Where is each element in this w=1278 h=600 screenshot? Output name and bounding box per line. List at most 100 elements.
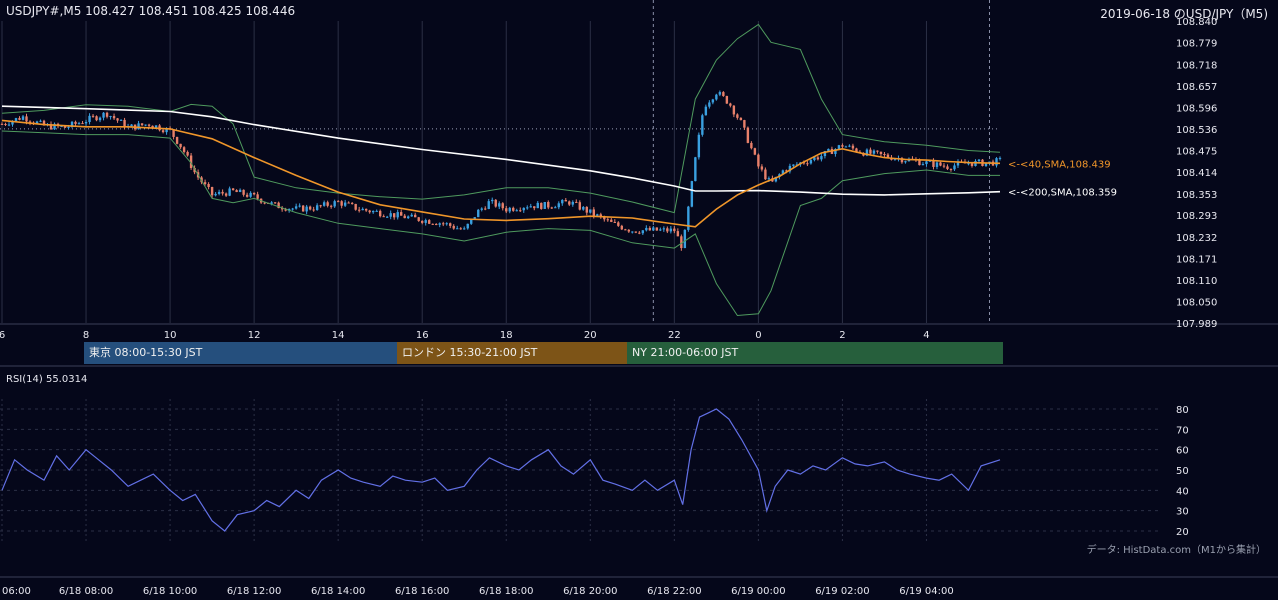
candle-body [645,227,648,231]
candle-body [371,210,375,213]
candle-body [540,202,543,209]
candle-body [326,202,329,206]
candle-body [4,123,7,125]
candle-body [130,124,133,127]
y-tick-label: 107.989 [1176,319,1217,330]
candle-body [102,112,105,118]
candle-body [463,228,466,230]
candle-body [673,228,676,232]
candle-body [764,169,767,180]
y-tick-label: 108.050 [1176,297,1217,308]
candle-body [767,178,771,180]
x-tick-label: 16 [416,330,429,341]
x-tick-label: 8 [83,330,89,341]
candle-body [179,143,182,148]
candle-body [224,193,228,196]
y-tick-label: 108.414 [1176,168,1217,179]
candle-body [410,214,413,217]
candle-body [946,166,949,170]
rsi-x-tick-label: 6/18 08:00 [59,586,113,597]
candle-body [389,213,392,217]
candle-body [578,202,581,210]
candle-body [592,209,595,216]
y-tick-label: 108.293 [1176,211,1217,222]
candle-body [14,118,18,121]
rsi-x-tick-label: 6/18 14:00 [311,586,365,597]
candle-body [336,201,340,203]
candle-body [480,208,483,210]
candle-body [939,162,942,166]
candle-body [575,201,578,203]
candle-body [322,202,326,206]
candle-body [400,212,403,216]
candle-body [217,191,221,194]
candle-body [715,94,718,100]
candle-body [904,161,907,163]
candle-body [466,223,469,229]
candle-body [792,164,795,166]
candle-body [385,216,389,218]
y-tick-label: 108.475 [1176,147,1217,158]
candle-body [144,124,147,126]
candle-body [501,203,504,209]
x-tick-label: 22 [668,330,681,341]
candle-body [610,219,613,222]
candle-body [669,228,673,232]
candle-body [526,207,529,209]
candle-body [550,207,553,209]
rsi-x-tick-label: 6/19 00:00 [731,586,785,597]
candle-body [547,201,550,208]
candle-body [568,201,571,205]
rsi-x-tick-label: 6/19 02:00 [815,586,869,597]
candle-body [543,201,546,209]
candle-body [519,210,522,212]
candle-body [228,188,231,196]
y-tick-label: 108.110 [1176,276,1217,287]
candle-body [512,207,515,211]
candle-body [312,209,315,211]
candle-body [414,214,417,218]
candle-body [505,208,508,212]
candle-body [564,199,567,202]
candle-body [116,118,119,121]
candle-body [694,157,697,182]
x-tick-label: 0 [755,330,761,341]
candle-body [301,205,305,212]
y-tick-label: 108.232 [1176,233,1217,244]
candle-body [256,194,259,199]
candle-body [977,159,981,162]
candle-body [732,105,736,115]
candle-body [235,190,238,193]
candle-body [554,207,557,209]
y-tick-label: 108.171 [1176,254,1217,265]
x-tick-label: 12 [248,330,261,341]
candle-body [589,209,592,213]
candle-body [273,202,277,204]
candle-body [329,205,333,207]
candle-body [449,223,452,226]
candle-body [25,116,28,122]
candle-body [81,123,84,125]
candle-body [662,228,666,230]
candle-body [620,225,624,230]
candle-body [582,206,585,210]
candle-body [242,189,245,195]
candle-body [743,120,746,128]
session-tokyo: 東京 08:00-15:30 JST [89,346,203,359]
candle-body [529,206,532,208]
rsi-y-tick-label: 70 [1176,425,1189,436]
candle-body [438,223,441,225]
candle-body [459,228,462,230]
candle-body [91,115,95,117]
rsi-y-tick-label: 40 [1176,486,1189,497]
candle-body [428,220,431,224]
candle-body [186,151,189,156]
candle-body [477,209,480,218]
candle-body [718,92,722,95]
candle-body [722,92,725,97]
candle-body [357,209,361,211]
candle-body [315,205,319,211]
x-tick-label: 18 [500,330,513,341]
candle-body [347,202,350,204]
candle-body [883,154,886,156]
